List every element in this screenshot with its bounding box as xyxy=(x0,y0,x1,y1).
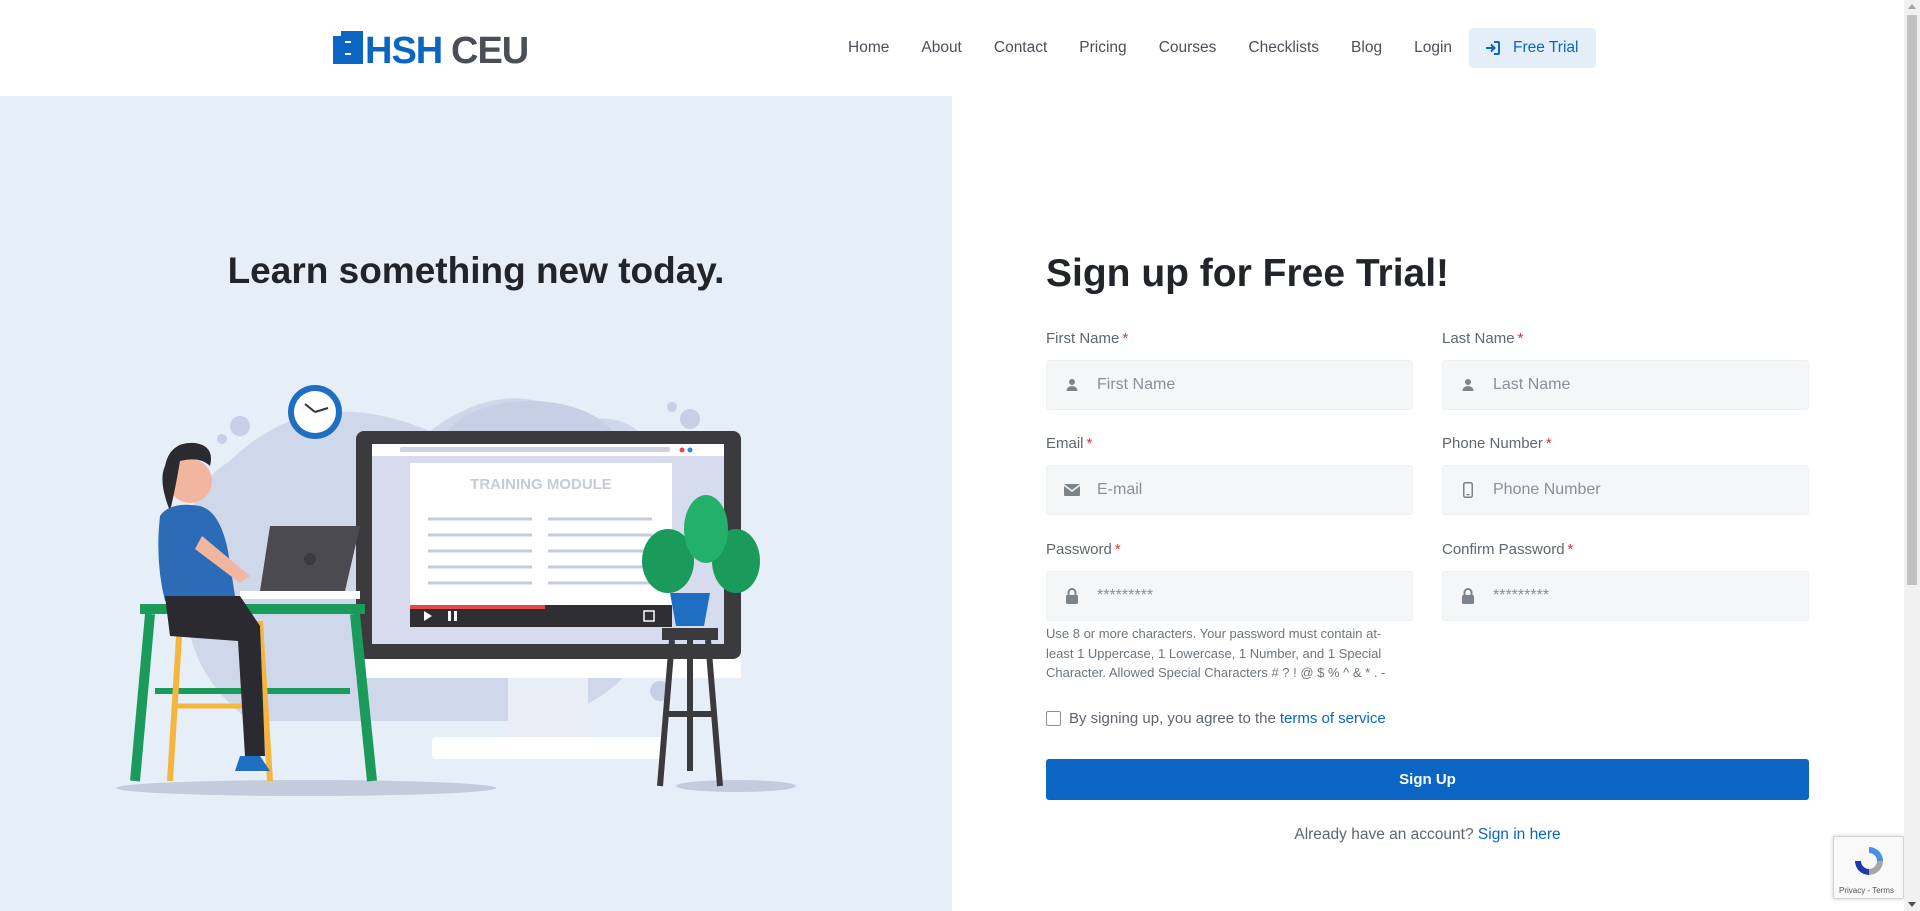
site-header: HSH CEU Home About Contact Pricing Cours… xyxy=(0,0,1904,96)
confirm-password-label: Confirm Password * xyxy=(1442,541,1809,559)
nav-blog[interactable]: Blog xyxy=(1335,28,1398,68)
last-name-input[interactable] xyxy=(1493,376,1793,394)
nav-login[interactable]: Login xyxy=(1398,28,1468,68)
nav-courses[interactable]: Courses xyxy=(1143,28,1233,68)
password-label-text: Password xyxy=(1046,541,1112,558)
password-input-wrap[interactable] xyxy=(1046,571,1413,621)
nav-contact[interactable]: Contact xyxy=(978,28,1063,68)
password-field: Password * xyxy=(1046,541,1413,621)
email-input[interactable] xyxy=(1097,481,1397,499)
email-label-text: Email xyxy=(1046,435,1084,452)
email-field: Email * xyxy=(1046,435,1413,515)
recaptcha-text[interactable]: Privacy - Terms xyxy=(1839,886,1894,895)
phone-field: Phone Number * xyxy=(1442,435,1809,515)
scrollbar[interactable] xyxy=(1904,0,1920,911)
required-marker: * xyxy=(1545,435,1552,452)
nav-checklists[interactable]: Checklists xyxy=(1232,28,1335,68)
recaptcha-icon xyxy=(1855,847,1883,875)
sign-up-button[interactable]: Sign Up xyxy=(1046,759,1809,800)
free-trial-button[interactable]: Free Trial xyxy=(1469,28,1597,68)
nav-home[interactable]: Home xyxy=(832,28,905,68)
main-nav: Home About Contact Pricing Courses Check… xyxy=(832,28,1597,68)
required-marker: * xyxy=(1086,435,1093,452)
confirm-password-label-text: Confirm Password xyxy=(1442,541,1565,558)
password-input[interactable] xyxy=(1097,587,1397,605)
phone-label: Phone Number * xyxy=(1442,435,1809,453)
hero-headline: Learn something new today. xyxy=(227,250,725,291)
terms-of-service-link[interactable]: terms of service xyxy=(1280,710,1386,727)
illustration-caption: TRAINING MODULE xyxy=(470,476,612,493)
first-name-field: First Name * xyxy=(1046,330,1413,410)
terms-agreement: By signing up, you agree to the terms of… xyxy=(1046,710,1386,727)
first-name-label: First Name * xyxy=(1046,330,1413,348)
sign-in-icon xyxy=(1486,41,1501,55)
nav-about[interactable]: About xyxy=(905,28,978,68)
free-trial-label: Free Trial xyxy=(1513,39,1579,56)
phone-label-text: Phone Number xyxy=(1442,435,1543,452)
last-name-label: Last Name * xyxy=(1442,330,1809,348)
recaptcha-badge[interactable]: Privacy - Terms xyxy=(1833,836,1904,899)
required-marker: * xyxy=(1517,330,1524,347)
last-name-field: Last Name * xyxy=(1442,330,1809,410)
last-name-label-text: Last Name xyxy=(1442,330,1515,347)
required-marker: * xyxy=(1114,541,1121,558)
scroll-up-arrow-icon[interactable] xyxy=(1908,4,1916,9)
training-illustration: TRAINING MODULE xyxy=(116,385,796,796)
confirm-password-input[interactable] xyxy=(1493,587,1793,605)
scrollbar-thumb[interactable] xyxy=(1907,15,1917,585)
last-name-input-wrap[interactable] xyxy=(1442,360,1809,410)
lock-icon xyxy=(1047,588,1097,604)
lock-icon xyxy=(1443,588,1493,604)
hero-panel: Learn something new today. TRAINING MODU… xyxy=(0,96,952,911)
phone-icon xyxy=(1443,482,1493,498)
required-marker: * xyxy=(1122,330,1129,347)
phone-input-wrap[interactable] xyxy=(1442,465,1809,515)
password-label: Password * xyxy=(1046,541,1413,559)
user-icon xyxy=(1443,378,1493,392)
first-name-label-text: First Name xyxy=(1046,330,1120,347)
logo-text-hsh: HSH xyxy=(365,30,442,68)
first-name-input[interactable] xyxy=(1097,376,1397,394)
envelope-icon xyxy=(1047,484,1097,496)
first-name-input-wrap[interactable] xyxy=(1046,360,1413,410)
user-icon xyxy=(1047,378,1097,392)
sign-in-link[interactable]: Sign in here xyxy=(1478,826,1561,843)
confirm-password-field: Confirm Password * xyxy=(1442,541,1809,621)
confirm-password-input-wrap[interactable] xyxy=(1442,571,1809,621)
already-text: Already have an account? xyxy=(1294,826,1474,843)
terms-checkbox[interactable] xyxy=(1046,711,1061,726)
phone-input[interactable] xyxy=(1493,481,1793,499)
form-title: Sign up for Free Trial! xyxy=(1046,252,1450,295)
email-input-wrap[interactable] xyxy=(1046,465,1413,515)
required-marker: * xyxy=(1567,541,1574,558)
scroll-down-arrow-icon[interactable] xyxy=(1908,902,1916,907)
password-hint: Use 8 or more characters. Your password … xyxy=(1046,626,1386,680)
email-label: Email * xyxy=(1046,435,1413,453)
logo-text-ceu: CEU xyxy=(451,30,528,68)
brand-logo[interactable]: HSH CEU xyxy=(333,28,557,68)
nav-pricing[interactable]: Pricing xyxy=(1063,28,1142,68)
sign-in-prompt: Already have an account? Sign in here xyxy=(1046,826,1809,844)
terms-text: By signing up, you agree to the xyxy=(1069,710,1276,727)
